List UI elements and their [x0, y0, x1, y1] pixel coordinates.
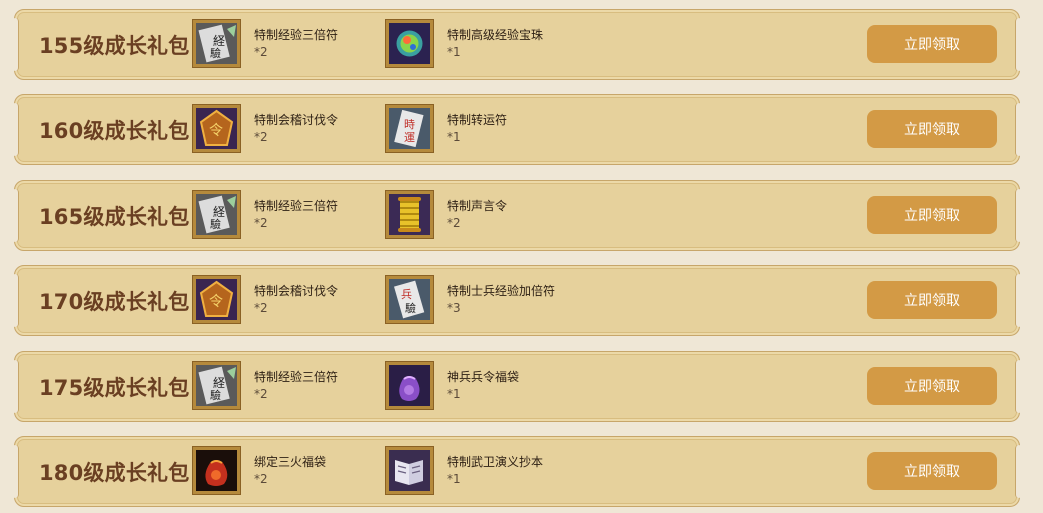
item-name: 绑定三火福袋	[254, 455, 327, 469]
svg-text:経: 経	[213, 205, 225, 219]
item-name: 特制会稽讨伐令	[254, 113, 339, 127]
pack-row: 180级成长礼包 绑定三火福袋 *2 特制武卫演义抄本 *1 立即领取	[12, 436, 1022, 507]
item-quantity: *2	[254, 45, 268, 59]
pack-row: 170级成长礼包 令 特制会稽讨伐令 *2 兵驗 特制士兵经验加倍符 *3 立即…	[12, 265, 1022, 336]
item-quantity: *3	[447, 301, 461, 315]
claim-button[interactable]: 立即领取	[867, 367, 997, 405]
item-name: 神兵兵令福袋	[447, 370, 520, 384]
claim-button[interactable]: 立即领取	[867, 25, 997, 63]
svg-text:驗: 驗	[210, 46, 221, 60]
item-quantity: *2	[447, 216, 461, 230]
svg-text:時: 時	[404, 118, 415, 131]
item-name: 特制会稽讨伐令	[254, 284, 339, 298]
pack-title: 175级成长礼包	[39, 376, 190, 400]
item-quantity: *2	[254, 301, 268, 315]
item-name: 特制声言令	[447, 199, 508, 213]
pack-title: 160级成长礼包	[39, 119, 190, 143]
crusade-token-icon[interactable]: 令	[193, 105, 240, 152]
item-quantity: *2	[254, 387, 268, 401]
item-name: 特制经验三倍符	[254, 199, 339, 213]
exp-orb-icon[interactable]	[386, 20, 433, 67]
claim-button[interactable]: 立即领取	[867, 281, 997, 319]
claim-button[interactable]: 立即领取	[867, 110, 997, 148]
pack-title: 155级成长礼包	[39, 34, 190, 58]
item-name: 特制经验三倍符	[254, 370, 339, 384]
item-name: 特制士兵经验加倍符	[447, 284, 556, 298]
item-quantity: *2	[254, 216, 268, 230]
red-lucky-bag-icon[interactable]	[193, 447, 240, 494]
pack-row: 165级成长礼包 経驗 特制经验三倍符 *2 特制声言令 *2 立即领取	[12, 180, 1022, 251]
svg-text:令: 令	[209, 294, 223, 310]
growth-pack-list: 155级成长礼包 経驗 特制经验三倍符 *2 特制高级经验宝珠 *1 立即领取 …	[0, 0, 1043, 513]
exp-triple-talisman-icon[interactable]: 経驗	[193, 362, 240, 409]
item-name: 特制武卫演义抄本	[447, 455, 544, 469]
pack-title: 165级成长礼包	[39, 205, 190, 229]
item-quantity: *1	[447, 387, 461, 401]
scroll-icon[interactable]	[386, 191, 433, 238]
svg-text:運: 運	[404, 131, 415, 144]
item-quantity: *1	[447, 45, 461, 59]
item-quantity: *1	[447, 130, 461, 144]
claim-button[interactable]: 立即领取	[867, 452, 997, 490]
svg-text:驗: 驗	[210, 217, 221, 231]
svg-text:令: 令	[209, 123, 223, 139]
crusade-token-icon[interactable]: 令	[193, 276, 240, 323]
book-icon[interactable]	[386, 447, 433, 494]
item-name: 特制高级经验宝珠	[447, 28, 544, 42]
svg-text:経: 経	[213, 34, 225, 48]
pack-row: 155级成长礼包 経驗 特制经验三倍符 *2 特制高级经验宝珠 *1 立即领取	[12, 9, 1022, 80]
purple-lucky-bag-icon[interactable]	[386, 362, 433, 409]
pack-title: 180级成长礼包	[39, 461, 190, 485]
item-quantity: *2	[254, 472, 268, 486]
svg-text:経: 経	[213, 376, 225, 390]
luck-talisman-icon[interactable]: 時運	[386, 105, 433, 152]
svg-text:驗: 驗	[210, 388, 221, 402]
exp-triple-talisman-icon[interactable]: 経驗	[193, 20, 240, 67]
pack-row: 160级成长礼包 令 特制会稽讨伐令 *2 時運 特制转运符 *1 立即领取	[12, 94, 1022, 165]
item-name: 特制转运符	[447, 113, 508, 127]
item-name: 特制经验三倍符	[254, 28, 339, 42]
claim-button[interactable]: 立即领取	[867, 196, 997, 234]
item-quantity: *2	[254, 130, 268, 144]
pack-row: 175级成长礼包 経驗 特制经验三倍符 *2 神兵兵令福袋 *1 立即领取	[12, 351, 1022, 422]
svg-text:驗: 驗	[405, 301, 416, 315]
exp-triple-talisman-icon[interactable]: 経驗	[193, 191, 240, 238]
svg-text:兵: 兵	[401, 288, 412, 301]
soldier-exp-talisman-icon[interactable]: 兵驗	[386, 276, 433, 323]
item-quantity: *1	[447, 472, 461, 486]
pack-title: 170级成长礼包	[39, 290, 190, 314]
